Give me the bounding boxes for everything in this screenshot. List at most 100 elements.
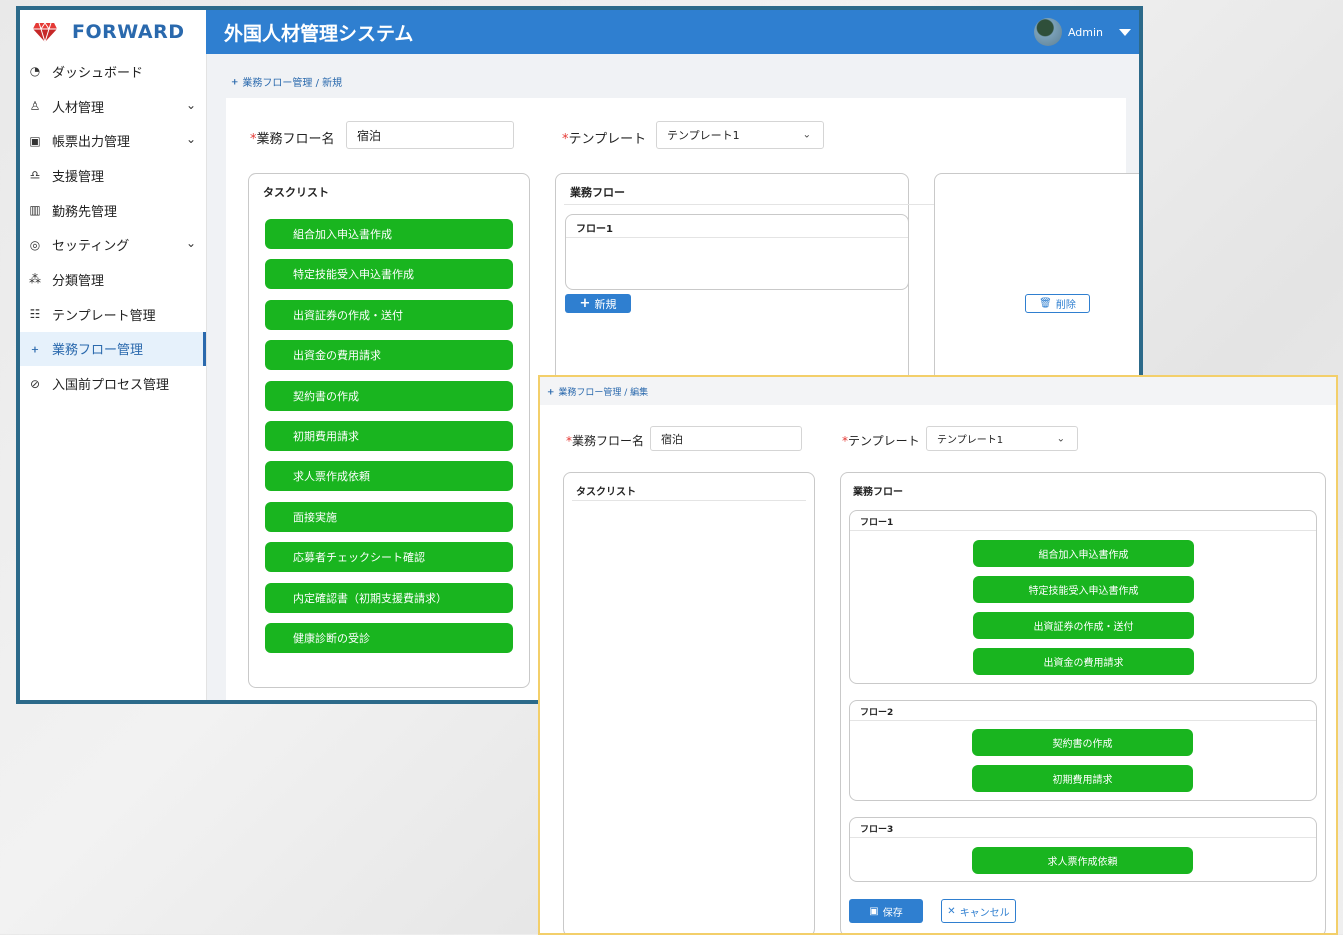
process-icon: ⊘ [29,376,41,391]
flow-box[interactable]: フロー1 [565,214,909,290]
flow-task-button[interactable]: 出資金の費用請求 [973,648,1194,675]
task-button[interactable]: 応募者チェックシート確認 [265,542,513,573]
user-name: Admin [1067,25,1103,39]
divider [850,530,1316,531]
sidebar-item-dashboard[interactable]: ◔ ダッシュボード [20,54,206,89]
new-flow-button[interactable]: + 新規 [565,294,631,313]
tasklist-panel: タスクリスト 組合加入申込書作成 特定技能受入申込書作成 出資証券の作成・送付 出資金… [248,173,530,688]
template-select-value: テンプレート1 [667,129,740,142]
divider [850,720,1316,721]
flow-box-1[interactable]: フロー1 組合加入申込書作成 特定技能受入申込書作成 出資証券の作成・送付 出資… [849,510,1317,684]
template-label: *テンプレート [562,132,647,147]
flow-title: フロー1 [860,518,894,528]
flow-box-2[interactable]: フロー2 契約書の作成 初期費用請求 [849,700,1317,801]
flow-name-label: *業務フロー名 [250,132,335,147]
flow-task-button[interactable]: 出資証券の作成・送付 [973,612,1194,639]
save-icon: ▣ [869,905,879,917]
flow-box-3[interactable]: フロー3 求人票作成依頼 [849,817,1317,882]
sidebar-item-label: セッティング [52,239,130,255]
sidebar: FORWARD ◔ ダッシュボード ♙ 人材管理 ⌄ ▣ 帳票出力管理 ⌄ ♎ … [20,10,207,700]
template-icon: ☷ [29,307,41,322]
breadcrumb-text[interactable]: 業務フロー管理 / 編集 [558,385,648,398]
sidebar-item-templates[interactable]: ☷ テンプレート管理 [20,297,206,332]
sidebar-item-personnel[interactable]: ♙ 人材管理 ⌄ [20,89,206,124]
chevron-down-icon: ⌄ [185,132,196,147]
breadcrumb: ᚐ 業務フロー管理 / 新規 [232,74,342,89]
sidebar-item-categories[interactable]: ⁂ 分類管理 [20,262,206,297]
save-button[interactable]: ▣ 保存 [849,899,923,923]
flow-icon: ᚐ [548,385,554,398]
sidebar-item-preentry[interactable]: ⊘ 入国前プロセス管理 [20,366,206,401]
sidebar-item-forms[interactable]: ▣ 帳票出力管理 ⌄ [20,123,206,158]
task-button[interactable]: 出資金の費用請求 [265,340,513,371]
avatar [1033,18,1062,46]
template-select-value: テンプレート1 [937,435,1004,446]
building-icon: ▥ [29,203,41,218]
sidebar-item-label: 支援管理 [52,169,105,185]
sidebar-item-label: 勤務先管理 [52,204,118,220]
task-button[interactable]: 求人票作成依頼 [265,461,513,492]
flow-task-button[interactable]: 契約書の作成 [972,729,1193,756]
task-button[interactable]: 組合加入申込書作成 [265,219,513,249]
diamond-logo-icon [33,22,57,43]
flow-panel: 業務フロー フロー1 組合加入申込書作成 特定技能受入申込書作成 出資証券の作成… [840,472,1326,933]
flow-task-button[interactable]: 組合加入申込書作成 [973,540,1194,567]
delete-button[interactable]: 🗑 削除 [1025,294,1090,313]
task-button[interactable]: 健康診断の受診 [265,623,513,653]
flow-name-label: *業務フロー名 [566,434,645,448]
sidebar-item-workflow[interactable]: ᚐ 業務フロー管理 [20,331,206,367]
flow-task-button[interactable]: 特定技能受入申込書作成 [973,576,1194,603]
app-title: 外国人材管理システム [224,22,414,45]
cancel-button[interactable]: ✕ キャンセル [941,899,1016,923]
flow-panel-title: 業務フロー [570,186,625,199]
caret-down-icon [1119,28,1131,36]
settings-icon: ◎ [29,237,41,252]
tasklist-panel: タスクリスト [563,472,815,933]
sidebar-item-label: ダッシュボード [52,65,144,81]
task-button[interactable]: 初期費用請求 [265,421,513,451]
form-icon: ▣ [29,133,41,148]
flow-name-input[interactable]: 宿泊 [346,121,514,149]
flow-icon: ᚐ [232,75,238,88]
template-label: *テンプレート [842,434,920,448]
divider [850,837,1316,838]
workflow-edit-card: *業務フロー名 宿泊 *テンプレート テンプレート1 ⌄ タスクリスト 業務フロ… [540,405,1336,933]
breadcrumb-text[interactable]: 業務フロー管理 / 新規 [242,74,342,89]
close-icon: ✕ [947,905,956,917]
sidebar-item-label: 人材管理 [52,100,105,116]
sidebar-item-support[interactable]: ♎ 支援管理 [20,158,206,193]
sidebar-item-label: テンプレート管理 [52,308,156,324]
task-button[interactable]: 特定技能受入申込書作成 [265,259,513,290]
support-icon: ♎ [29,168,41,183]
tasklist-title: タスクリスト [263,186,329,199]
chevron-down-icon: ⌄ [185,97,196,112]
sidebar-item-label: 帳票出力管理 [52,135,131,151]
brand-logo[interactable]: FORWARD [20,10,206,54]
sidebar-item-label: 分類管理 [52,273,105,289]
task-button[interactable]: 内定確認書（初期支援費請求） [265,582,513,613]
flow-task-button[interactable]: 初期費用請求 [972,765,1193,792]
task-button[interactable]: 契約書の作成 [265,380,513,411]
hierarchy-icon: ⁂ [29,272,41,287]
save-button-label: 保存 [882,907,903,919]
sidebar-item-label: 業務フロー管理 [52,343,144,359]
template-select[interactable]: テンプレート1 ⌄ [926,426,1078,451]
flow-title: フロー3 [860,825,894,835]
brand-name: FORWARD [72,21,185,43]
sidebar-item-settings[interactable]: ◎ セッティング ⌄ [20,227,206,262]
sidebar-item-workplace[interactable]: ▥ 勤務先管理 [20,193,206,228]
user-menu[interactable]: Admin [1033,18,1131,46]
task-button[interactable]: 面接実施 [265,501,513,532]
task-button[interactable]: 出資証券の作成・送付 [265,299,513,330]
template-select[interactable]: テンプレート1 ⌄ [656,121,824,149]
chevron-down-icon: ⌄ [802,129,811,141]
flow-panel-title: 業務フロー [853,487,903,498]
divider [572,500,806,501]
cancel-button-label: キャンセル [959,907,1010,919]
top-bar: 外国人材管理システム Admin [206,10,1139,54]
sidebar-item-label: 入国前プロセス管理 [52,378,170,394]
flow-title: フロー2 [860,708,894,718]
flow-task-button[interactable]: 求人票作成依頼 [972,847,1193,874]
flow-name-input[interactable]: 宿泊 [650,426,802,451]
trash-icon: 🗑 [1039,298,1052,309]
